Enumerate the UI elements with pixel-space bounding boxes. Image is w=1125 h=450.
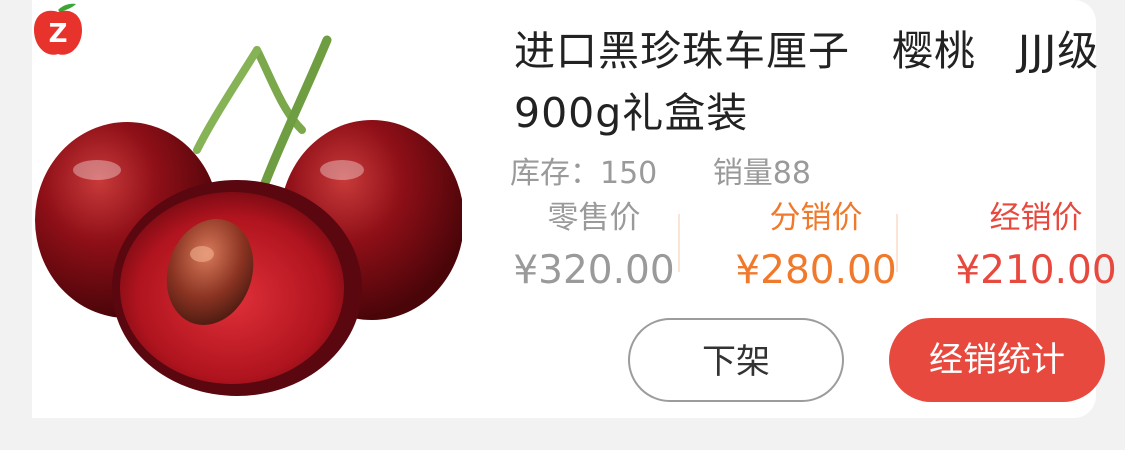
product-stats: 库存：150 销量88: [510, 148, 811, 192]
price-divider: [678, 214, 680, 272]
off-shelf-button[interactable]: 下架: [628, 318, 844, 402]
retail-price-value: ¥320.00: [513, 248, 675, 293]
distribution-price-label: 分销价: [769, 200, 863, 236]
price-divider: [896, 214, 898, 272]
product-card[interactable]: Z 进口黑珍珠车厘子 樱桃 JJJ级900g礼盒装 库存：150 销量88 零售…: [32, 0, 1117, 418]
cherry-product-image: [35, 35, 462, 396]
product-title: 进口黑珍珠车厘子 樱桃 JJJ级900g礼盒装: [514, 27, 1100, 137]
retail-price-block: 零售价 ¥320.00: [512, 196, 676, 298]
stock-count: 库存：150: [510, 156, 658, 191]
distribution-price-value: ¥280.00: [735, 248, 897, 293]
retail-price-label: 零售价: [547, 200, 641, 236]
consignment-price-block: 经销价 ¥210.00: [954, 196, 1118, 298]
consignment-stats-button[interactable]: 经销统计: [889, 318, 1105, 402]
sales-count: 销量88: [712, 156, 811, 191]
consignment-price-label: 经销价: [989, 200, 1083, 236]
consignment-price-value: ¥210.00: [955, 248, 1117, 293]
distribution-price-block: 分销价 ¥280.00: [732, 196, 900, 298]
